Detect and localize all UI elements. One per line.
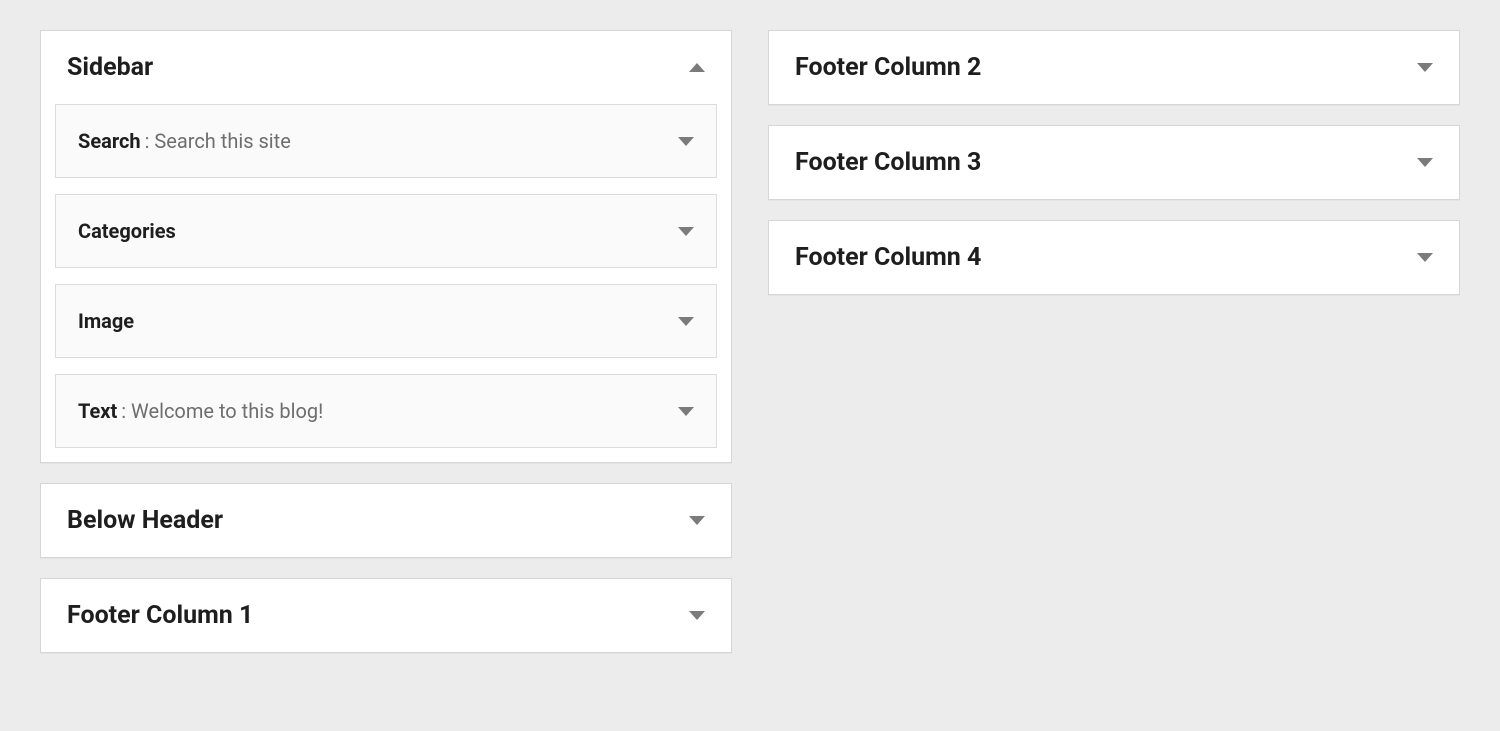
panel-footer-column-2: Footer Column 2	[768, 30, 1460, 105]
panel-sidebar-header[interactable]: Sidebar	[41, 31, 731, 104]
panel-footer-column-3: Footer Column 3	[768, 125, 1460, 200]
widget-label-wrapper: Search: Search this site	[78, 129, 291, 153]
panel-footer-column-2-title: Footer Column 2	[795, 53, 981, 82]
widget-categories[interactable]: Categories	[55, 194, 717, 268]
widget-search-desc: : Search this site	[145, 129, 291, 153]
chevron-down-icon	[1417, 63, 1433, 72]
right-column: Footer Column 2 Footer Column 3 Footer C…	[768, 30, 1460, 653]
widget-search-label: Search	[78, 129, 141, 153]
widget-label-wrapper: Text: Welcome to this blog!	[78, 399, 323, 423]
chevron-down-icon	[678, 227, 694, 236]
chevron-up-icon	[689, 63, 705, 72]
left-column: Sidebar Search: Search this site Categor…	[40, 30, 732, 653]
panel-sidebar-body: Search: Search this site Categories Imag…	[41, 104, 731, 462]
panel-footer-column-1-header[interactable]: Footer Column 1	[41, 579, 731, 652]
panel-footer-column-3-title: Footer Column 3	[795, 148, 981, 177]
panel-footer-column-1-title: Footer Column 1	[67, 601, 253, 630]
panel-footer-column-1: Footer Column 1	[40, 578, 732, 653]
chevron-down-icon	[1417, 253, 1433, 262]
chevron-down-icon	[689, 611, 705, 620]
widget-text[interactable]: Text: Welcome to this blog!	[55, 374, 717, 448]
panel-sidebar: Sidebar Search: Search this site Categor…	[40, 30, 732, 463]
widget-image-label: Image	[78, 309, 134, 333]
chevron-down-icon	[689, 516, 705, 525]
panel-below-header-header[interactable]: Below Header	[41, 484, 731, 557]
widget-text-desc: : Welcome to this blog!	[121, 399, 323, 423]
panel-footer-column-4-header[interactable]: Footer Column 4	[769, 221, 1459, 294]
panel-below-header-title: Below Header	[67, 506, 223, 535]
widget-label-wrapper: Categories	[78, 219, 180, 243]
widget-search[interactable]: Search: Search this site	[55, 104, 717, 178]
panel-sidebar-title: Sidebar	[67, 53, 153, 82]
panel-footer-column-4: Footer Column 4	[768, 220, 1460, 295]
chevron-down-icon	[1417, 158, 1433, 167]
chevron-down-icon	[678, 317, 694, 326]
widget-areas-layout: Sidebar Search: Search this site Categor…	[40, 30, 1460, 653]
panel-footer-column-3-header[interactable]: Footer Column 3	[769, 126, 1459, 199]
widget-label-wrapper: Image	[78, 309, 138, 333]
chevron-down-icon	[678, 407, 694, 416]
panel-below-header: Below Header	[40, 483, 732, 558]
panel-footer-column-4-title: Footer Column 4	[795, 243, 981, 272]
widget-text-label: Text	[78, 399, 117, 423]
panel-footer-column-2-header[interactable]: Footer Column 2	[769, 31, 1459, 104]
widget-image[interactable]: Image	[55, 284, 717, 358]
chevron-down-icon	[678, 137, 694, 146]
widget-categories-label: Categories	[78, 219, 176, 243]
